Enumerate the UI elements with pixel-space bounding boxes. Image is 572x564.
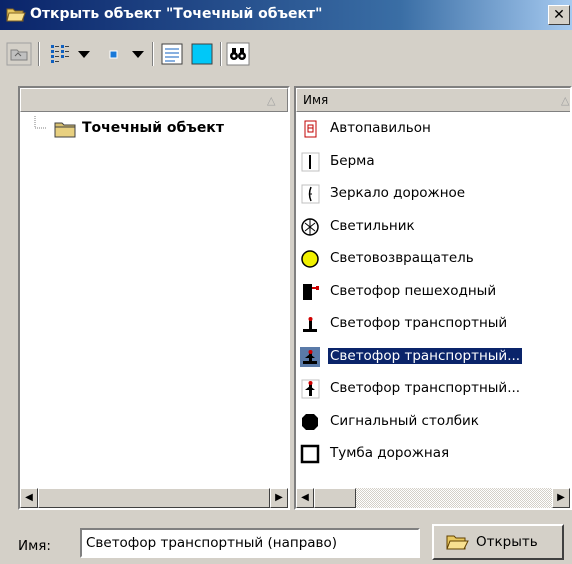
view-list-icon[interactable] <box>48 42 72 66</box>
traffic-light-left-icon <box>301 379 320 399</box>
scroll-left-button[interactable]: ◀ <box>20 488 38 508</box>
list-horizontal-scrollbar[interactable]: ◀ ▶ <box>296 488 570 508</box>
tree-root-label: Точечный объект <box>82 120 224 136</box>
folder-icon <box>54 122 76 138</box>
title-bar: Открыть объект "Точечный объект" ✕ <box>0 0 572 30</box>
list-item[interactable]: Светофор транспортный... <box>300 344 570 370</box>
open-button[interactable]: Открыть <box>432 524 564 560</box>
list-item[interactable]: Сигнальный столбик <box>300 409 570 435</box>
list-item[interactable]: Светильник <box>300 214 570 240</box>
preview-toggle-icon[interactable] <box>190 42 214 66</box>
list-item-label: Светофор транспортный... <box>326 346 524 365</box>
list-item-label: Автопавильон <box>330 120 431 136</box>
object-list-pane[interactable]: Имя △ Автопавильон Берма Зеркало дорожное С… <box>294 86 572 510</box>
list-item[interactable]: Светофор пешеходный <box>300 279 570 305</box>
reflector-icon <box>301 250 319 268</box>
list-item-label: Светильник <box>330 217 415 234</box>
lamp-icon <box>301 217 319 236</box>
scroll-right-button[interactable]: ▶ <box>270 488 288 508</box>
list-item[interactable]: Светофор транспортный... <box>300 376 570 402</box>
close-button[interactable]: ✕ <box>548 5 570 25</box>
list-item-label: Зеркало дорожное <box>330 185 466 201</box>
road-mirror-icon <box>301 184 320 204</box>
list-item-label: Светофор транспортный... <box>330 380 521 396</box>
list-item-label: Световозвращатель <box>330 250 474 266</box>
signal-post-icon <box>302 413 318 430</box>
name-input[interactable] <box>80 528 420 558</box>
details-view-icon[interactable] <box>160 42 184 66</box>
list-item-label: Светофор транспортный <box>330 315 508 331</box>
road-bollard-icon <box>300 444 320 464</box>
list-item[interactable]: Тумба дорожная <box>300 441 570 467</box>
icon-dropdown-arrow[interactable] <box>130 42 146 66</box>
list-item[interactable]: Зеркало дорожное <box>300 181 570 207</box>
sort-indicator-icon: △ <box>267 94 276 107</box>
column-header-label: Имя <box>303 93 329 107</box>
tree-connector <box>34 116 46 129</box>
list-item-label: Светофор пешеходный <box>330 282 497 299</box>
tree-horizontal-scrollbar[interactable]: ◀ ▶ <box>20 488 288 508</box>
scroll-left-button[interactable]: ◀ <box>296 488 314 508</box>
scroll-thumb[interactable] <box>38 488 270 508</box>
folder-tree-pane[interactable]: △ Точечный объект ◀ ▶ <box>18 86 290 510</box>
list-item-label: Сигнальный столбик <box>330 412 479 429</box>
list-item[interactable]: Берма <box>300 149 570 175</box>
column-header-name[interactable]: Имя △ <box>296 88 570 112</box>
traffic-light-icon <box>303 317 317 332</box>
toolbar <box>0 34 572 74</box>
scroll-thumb[interactable] <box>314 488 356 508</box>
list-item-label: Тумба дорожная <box>330 445 450 461</box>
traffic-light-right-icon <box>300 346 320 367</box>
open-folder-icon <box>6 8 26 22</box>
folder-up-icon[interactable] <box>6 42 32 66</box>
list-item[interactable]: Автопавильон <box>300 116 570 142</box>
close-icon: ✕ <box>553 7 565 23</box>
list-item[interactable]: Светофор транспортный <box>300 311 570 337</box>
view-dropdown-arrow[interactable] <box>76 42 92 66</box>
list-item[interactable]: Световозвращатель <box>300 246 570 272</box>
scroll-right-button[interactable]: ▶ <box>552 488 570 508</box>
window-title: Открыть объект "Точечный объект" <box>30 6 323 22</box>
bus-stop-icon <box>304 120 317 138</box>
pedestrian-light-icon <box>303 283 319 300</box>
berm-line-icon <box>301 152 320 171</box>
tree-header[interactable]: △ <box>20 88 288 112</box>
small-icon-view[interactable] <box>104 42 124 66</box>
find-binoculars-icon[interactable] <box>226 42 250 66</box>
open-folder-icon <box>446 535 469 550</box>
name-label: Имя: <box>18 538 51 554</box>
open-button-label: Открыть <box>476 534 538 550</box>
scroll-track[interactable] <box>356 488 552 508</box>
sort-indicator-icon: △ <box>561 94 570 107</box>
list-item-label: Берма <box>330 152 375 169</box>
tree-root-item[interactable]: Точечный объект <box>24 116 286 142</box>
